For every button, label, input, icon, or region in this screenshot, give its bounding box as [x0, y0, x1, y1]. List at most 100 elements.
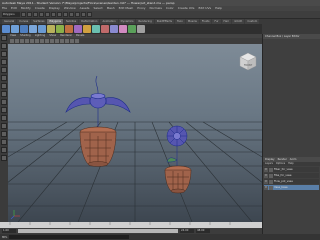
layer-row[interactable]: V Fibe_for_vase — [264, 173, 319, 178]
render-settings-icon[interactable] — [87, 12, 92, 17]
bevel-icon[interactable] — [137, 25, 145, 33]
select-object-icon[interactable] — [45, 12, 50, 17]
resolution-gate-icon[interactable] — [35, 39, 39, 43]
camera-bookmark-icon[interactable] — [15, 39, 19, 43]
range-bar[interactable] — [18, 229, 178, 233]
status-line: Polygons — [0, 11, 320, 19]
channel-box-body — [263, 39, 320, 157]
isolate-select-icon[interactable] — [70, 39, 74, 43]
new-scene-icon[interactable] — [21, 12, 26, 17]
append-polygon-icon[interactable] — [110, 25, 118, 33]
wireframe-on-shaded-icon[interactable] — [50, 39, 54, 43]
outliner-layout-icon[interactable] — [1, 155, 7, 161]
ipr-render-icon[interactable] — [81, 12, 86, 17]
polygon-shelf — [0, 24, 262, 34]
extract-icon[interactable] — [74, 25, 82, 33]
scale-tool-icon[interactable] — [1, 75, 7, 81]
split-polygon-icon[interactable] — [119, 25, 127, 33]
snap-curve-icon[interactable] — [63, 12, 68, 17]
viewport-scene: FRONT — [8, 52, 262, 222]
layer-row[interactable]: V Fiber_for_vase — [264, 167, 319, 172]
soft-mod-tool-icon[interactable] — [1, 91, 7, 97]
menu-set-selector[interactable]: Polygons — [2, 12, 20, 17]
layer-visibility-toggle[interactable]: V — [264, 173, 268, 178]
channel-box-layer-editor: Channel Box / Layer Editor Display Rende… — [262, 34, 320, 234]
last-tool-icon[interactable] — [1, 107, 7, 113]
snap-point-icon[interactable] — [69, 12, 74, 17]
hypershade-layout-icon[interactable] — [1, 147, 7, 153]
persp-graph-layout-icon[interactable] — [1, 139, 7, 145]
flower-upright[interactable] — [166, 125, 188, 170]
insert-edge-loop-icon[interactable] — [128, 25, 136, 33]
poly-cylinder-icon[interactable] — [20, 25, 28, 33]
layer-row-selected[interactable]: V Vase_base — [264, 185, 319, 190]
flower-wilted[interactable] — [65, 75, 131, 134]
perspective-viewport[interactable]: FRONT — [8, 44, 262, 222]
range-end-field[interactable]: 48.00 — [196, 229, 210, 233]
command-input[interactable] — [9, 235, 130, 239]
layer-color-swatch[interactable] — [269, 185, 273, 190]
paint-select-tool-icon[interactable] — [1, 51, 7, 57]
xray-icon[interactable] — [75, 39, 79, 43]
camera-attributes-icon[interactable] — [10, 39, 14, 43]
layer-menu-options[interactable]: Options — [276, 162, 285, 166]
textured-icon[interactable] — [55, 39, 59, 43]
select-tool-icon[interactable] — [1, 35, 7, 41]
save-scene-icon[interactable] — [33, 12, 38, 17]
layer-visibility-toggle[interactable]: V — [264, 185, 268, 190]
layer-name: Flow_pot_vase — [274, 180, 293, 183]
viewcube-label: FRONT — [244, 64, 253, 67]
move-tool-icon[interactable] — [1, 59, 7, 65]
snap-grid-icon[interactable] — [57, 12, 62, 17]
viewcube[interactable]: FRONT — [239, 52, 257, 71]
poly-torus-icon[interactable] — [47, 25, 55, 33]
layer-name: Vase_base — [274, 186, 288, 189]
image-plane-icon[interactable] — [20, 39, 24, 43]
layer-color-swatch[interactable] — [269, 167, 273, 172]
layer-menu-layers[interactable]: Layers — [265, 162, 273, 166]
end-time-field[interactable]: 24.00 — [180, 229, 194, 233]
poly-cone-icon[interactable] — [29, 25, 37, 33]
layer-color-swatch[interactable] — [269, 173, 273, 178]
layer-color-swatch[interactable] — [269, 179, 273, 184]
layer-list: V Fiber_for_vase V Fibe_for_vase V Flow_… — [263, 166, 320, 192]
ground-grid — [8, 121, 262, 222]
layer-visibility-toggle[interactable]: V — [264, 167, 268, 172]
universal-manipulator-icon[interactable] — [1, 83, 7, 89]
pot-large[interactable] — [79, 126, 117, 167]
smooth-shade-icon[interactable] — [45, 39, 49, 43]
smooth-icon[interactable] — [83, 25, 91, 33]
use-all-lights-icon[interactable] — [60, 39, 64, 43]
poly-sphere-icon[interactable] — [2, 25, 10, 33]
wireframe-icon[interactable] — [40, 39, 44, 43]
single-perspective-layout-icon[interactable] — [1, 115, 7, 121]
pot-small[interactable] — [164, 165, 192, 194]
toolbox — [0, 34, 8, 222]
layer-visibility-toggle[interactable]: V — [264, 179, 268, 184]
rotate-tool-icon[interactable] — [1, 67, 7, 73]
maya-window: Autodesk Maya 2011 - Student Version: F:… — [0, 0, 320, 240]
layer-row[interactable]: V Flow_pot_vase — [264, 179, 319, 184]
persp-outliner-layout-icon[interactable] — [1, 131, 7, 137]
bridge-icon[interactable] — [101, 25, 109, 33]
open-scene-icon[interactable] — [27, 12, 32, 17]
film-gate-icon[interactable] — [30, 39, 34, 43]
command-language-label[interactable]: MEL — [2, 236, 7, 239]
grid-toggle-icon[interactable] — [25, 39, 29, 43]
separate-icon[interactable] — [65, 25, 73, 33]
show-manipulator-icon[interactable] — [1, 99, 7, 105]
extrude-icon[interactable] — [92, 25, 100, 33]
select-hierarchy-icon[interactable] — [39, 12, 44, 17]
four-view-layout-icon[interactable] — [1, 123, 7, 129]
poly-plane-icon[interactable] — [38, 25, 46, 33]
layer-name: Fiber_for_vase — [274, 168, 293, 171]
axis-indicator — [10, 210, 20, 220]
lasso-tool-icon[interactable] — [1, 43, 7, 49]
layer-menu-help[interactable]: Help — [288, 162, 293, 166]
start-time-field[interactable]: 1.00 — [2, 229, 16, 233]
shadows-icon[interactable] — [65, 39, 69, 43]
poly-cube-icon[interactable] — [11, 25, 19, 33]
combine-icon[interactable] — [56, 25, 64, 33]
select-component-icon[interactable] — [51, 12, 56, 17]
render-icon[interactable] — [75, 12, 80, 17]
